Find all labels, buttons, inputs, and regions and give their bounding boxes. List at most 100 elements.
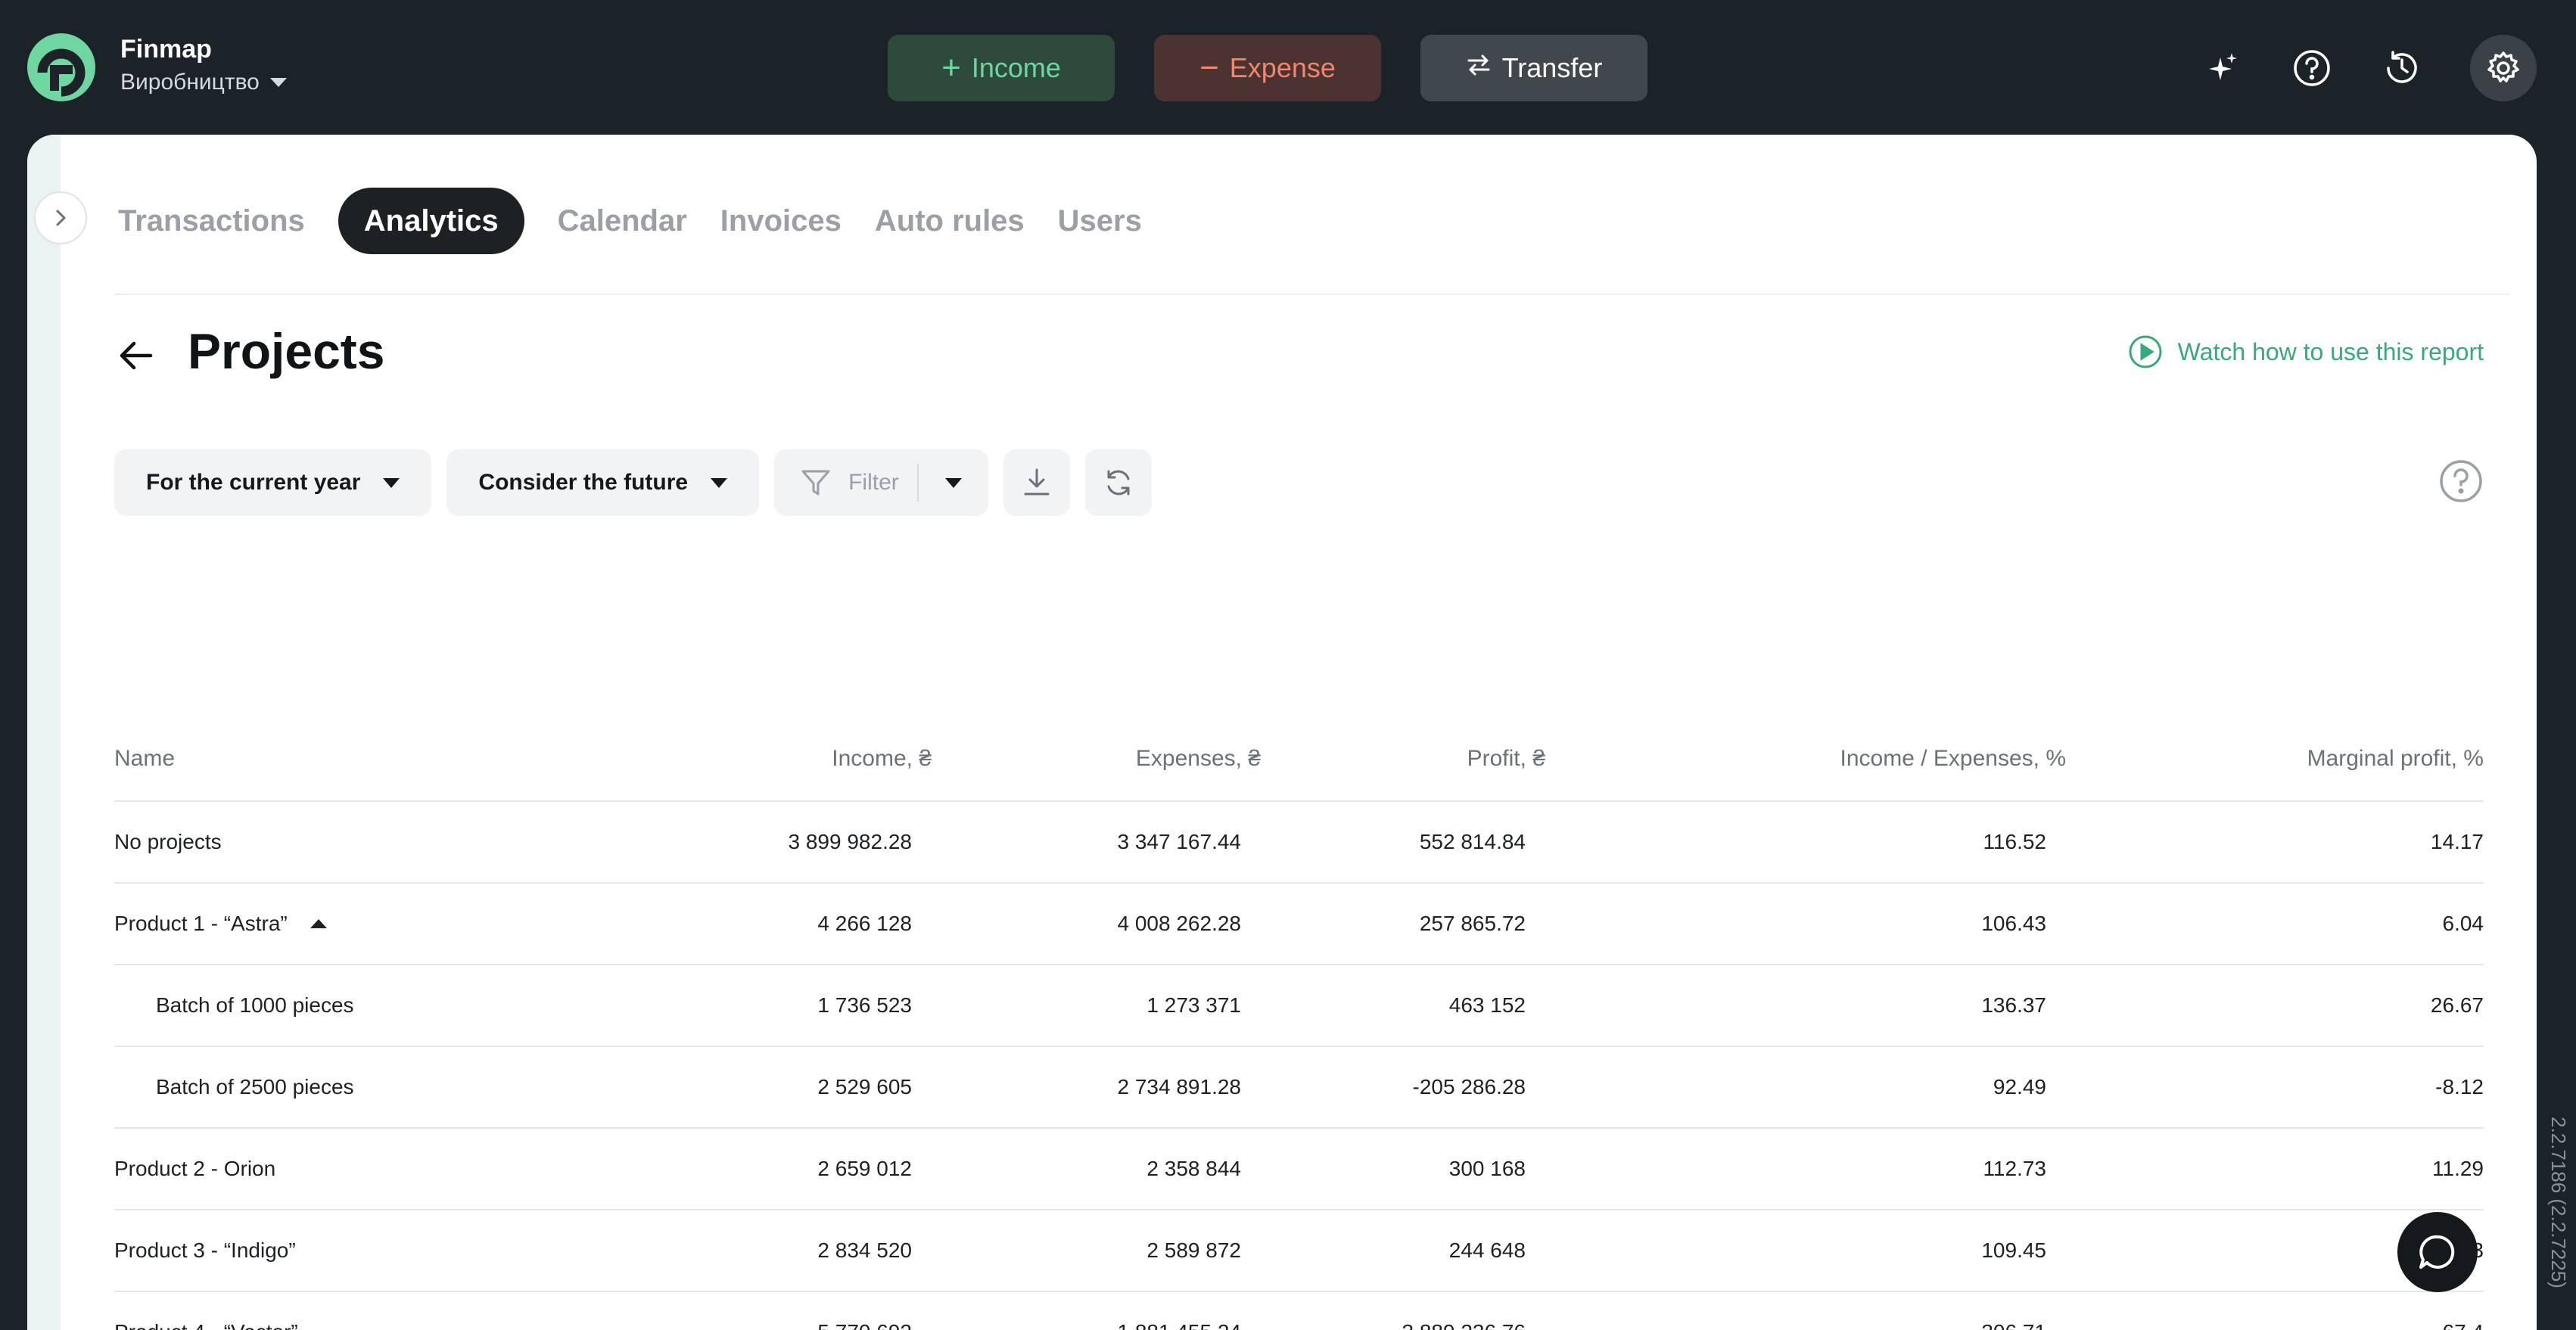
tab-auto-rules[interactable]: Auto rules bbox=[858, 188, 1041, 254]
filter-control: Filter bbox=[774, 449, 988, 516]
projects-table: Name Income, ₴ Expenses, ₴ Profit, ₴ Inc… bbox=[114, 717, 2484, 1330]
filter-options-button[interactable] bbox=[919, 477, 988, 488]
page-title: Projects bbox=[188, 323, 385, 379]
add-expense-button[interactable]: − Expense bbox=[1154, 35, 1381, 101]
version-label: 2.2.7186 (2.2.7225) bbox=[2547, 1117, 2570, 1288]
row-name-cell: Product 1 - “Astra” bbox=[114, 912, 648, 936]
download-button[interactable] bbox=[1003, 449, 1070, 516]
top-bar: Finmap Виробництво + Income − Expense Tr… bbox=[0, 0, 2576, 135]
row-name: Product 2 - Orion bbox=[114, 1157, 276, 1180]
download-icon bbox=[1024, 468, 1050, 496]
add-income-button[interactable]: + Income bbox=[888, 35, 1115, 101]
chat-bubble-icon bbox=[2419, 1235, 2455, 1269]
future-dropdown[interactable]: Consider the future bbox=[446, 449, 760, 516]
row-income: 1 736 523 bbox=[817, 993, 912, 1017]
row-ratio: 92.49 bbox=[1993, 1075, 2046, 1098]
row-income: 2 659 012 bbox=[817, 1157, 912, 1180]
chevron-down-icon bbox=[269, 78, 287, 87]
tab-transactions[interactable]: Transactions bbox=[101, 188, 322, 254]
watch-tutorial-link[interactable]: Watch how to use this report bbox=[2128, 334, 2484, 369]
collapse-caret-icon[interactable] bbox=[310, 919, 327, 928]
history-icon[interactable] bbox=[2369, 35, 2435, 101]
filter-button[interactable]: Filter bbox=[774, 464, 919, 502]
row-profit: -205 286.28 bbox=[1412, 1075, 1526, 1098]
row-name: Product 1 - “Astra” bbox=[114, 912, 288, 935]
col-marginal-profit[interactable]: Marginal profit, % bbox=[2066, 746, 2484, 772]
row-expenses: 4 008 262.28 bbox=[1117, 912, 1242, 935]
row-profit: 257 865.72 bbox=[1419, 912, 1526, 935]
tab-users[interactable]: Users bbox=[1041, 188, 1159, 254]
table-row[interactable]: Product 2 - Orion 2 659 012 2 358 844 30… bbox=[114, 1129, 2484, 1210]
row-margin: 26.67 bbox=[2430, 993, 2484, 1017]
plus-icon: + bbox=[941, 49, 961, 86]
row-income: 2 529 605 bbox=[817, 1075, 912, 1098]
row-income: 4 266 128 bbox=[817, 912, 912, 935]
app-name: Finmap bbox=[120, 35, 212, 64]
row-income: 2 834 520 bbox=[817, 1238, 912, 1262]
income-label: Income bbox=[971, 52, 1061, 83]
filter-label: Filter bbox=[848, 470, 899, 495]
refresh-icon bbox=[1107, 470, 1130, 496]
table-row[interactable]: Batch of 1000 pieces 1 736 523 1 273 371… bbox=[114, 965, 2484, 1047]
transfer-icon bbox=[1466, 52, 1492, 85]
chevron-down-icon bbox=[711, 477, 728, 488]
period-value: For the current year bbox=[146, 470, 361, 495]
table-row[interactable]: No projects 3 899 982.28 3 347 167.44 55… bbox=[114, 802, 2484, 884]
transfer-label: Transfer bbox=[1501, 52, 1603, 83]
col-income[interactable]: Income, ₴ bbox=[648, 746, 932, 772]
row-name: Batch of 2500 pieces bbox=[156, 1075, 354, 1098]
refresh-button[interactable] bbox=[1084, 449, 1152, 516]
row-margin: 14.17 bbox=[2430, 830, 2484, 853]
chevron-down-icon bbox=[944, 477, 962, 488]
col-income-expenses-ratio[interactable]: Income / Expenses, % bbox=[1545, 746, 2066, 772]
row-profit: 300 168 bbox=[1448, 1157, 1526, 1180]
tab-analytics[interactable]: Analytics bbox=[338, 188, 524, 254]
row-ratio: 116.52 bbox=[1983, 830, 2046, 853]
period-dropdown[interactable]: For the current year bbox=[114, 449, 432, 516]
company-selector[interactable]: Виробництво bbox=[120, 70, 287, 95]
report-help-icon[interactable] bbox=[2438, 458, 2484, 504]
chevron-right-icon bbox=[56, 210, 66, 226]
play-circle-icon bbox=[2129, 335, 2162, 368]
row-expenses: 2 734 891.28 bbox=[1117, 1075, 1242, 1098]
table-header: Name Income, ₴ Expenses, ₴ Profit, ₴ Inc… bbox=[114, 717, 2484, 802]
main-panel: Transactions Analytics Calendar Invoices… bbox=[27, 135, 2537, 1330]
row-profit: 463 152 bbox=[1448, 993, 1526, 1017]
support-chat-button[interactable] bbox=[2397, 1212, 2478, 1292]
tab-calendar[interactable]: Calendar bbox=[541, 188, 704, 254]
row-expenses: 2 358 844 bbox=[1146, 1157, 1241, 1180]
row-margin: 11.29 bbox=[2432, 1157, 2484, 1180]
finmap-logo-icon[interactable] bbox=[27, 33, 95, 101]
add-transfer-button[interactable]: Transfer bbox=[1420, 35, 1647, 101]
future-value: Consider the future bbox=[478, 470, 689, 495]
table-row[interactable]: Batch of 2500 pieces 2 529 605 2 734 891… bbox=[114, 1047, 2484, 1129]
row-name: Batch of 1000 pieces bbox=[156, 993, 354, 1017]
row-ratio: 109.45 bbox=[1981, 1238, 2046, 1262]
company-name: Виробництво bbox=[120, 70, 260, 95]
chevron-down-icon bbox=[383, 477, 400, 488]
table-row[interactable]: Product 3 - “Indigo” 2 834 520 2 589 872… bbox=[114, 1210, 2484, 1292]
col-name[interactable]: Name bbox=[114, 746, 648, 772]
expand-sidebar-button[interactable] bbox=[34, 191, 87, 244]
settings-gear-icon[interactable] bbox=[2470, 35, 2537, 101]
funnel-icon bbox=[801, 470, 830, 496]
tab-invoices[interactable]: Invoices bbox=[704, 188, 858, 254]
row-expenses: 1 273 371 bbox=[1146, 993, 1241, 1017]
row-income: 3 899 982.28 bbox=[788, 830, 913, 853]
table-row[interactable]: Product 4 - “Vector” 5 770 692 1 881 455… bbox=[114, 1292, 2484, 1330]
tabs-divider bbox=[114, 294, 2509, 295]
row-ratio: 136.37 bbox=[1981, 993, 2046, 1017]
help-icon[interactable] bbox=[2279, 35, 2345, 101]
table-row[interactable]: Product 1 - “Astra” 4 266 128 4 008 262.… bbox=[114, 884, 2484, 965]
main-tabs: Transactions Analytics Calendar Invoices… bbox=[101, 188, 1159, 254]
row-margin: 67.4 bbox=[2066, 1320, 2484, 1330]
minus-icon: − bbox=[1199, 49, 1219, 86]
row-ratio: 106.43 bbox=[1981, 912, 2046, 935]
col-profit[interactable]: Profit, ₴ bbox=[1261, 746, 1545, 772]
back-arrow-icon[interactable] bbox=[114, 333, 160, 378]
row-expenses: 3 347 167.44 bbox=[1117, 830, 1242, 853]
col-expenses[interactable]: Expenses, ₴ bbox=[932, 746, 1261, 772]
ai-sparkle-icon[interactable] bbox=[2190, 35, 2257, 101]
row-margin: 6.04 bbox=[2442, 912, 2484, 935]
row-profit: 3 889 236.76 bbox=[1261, 1320, 1545, 1330]
